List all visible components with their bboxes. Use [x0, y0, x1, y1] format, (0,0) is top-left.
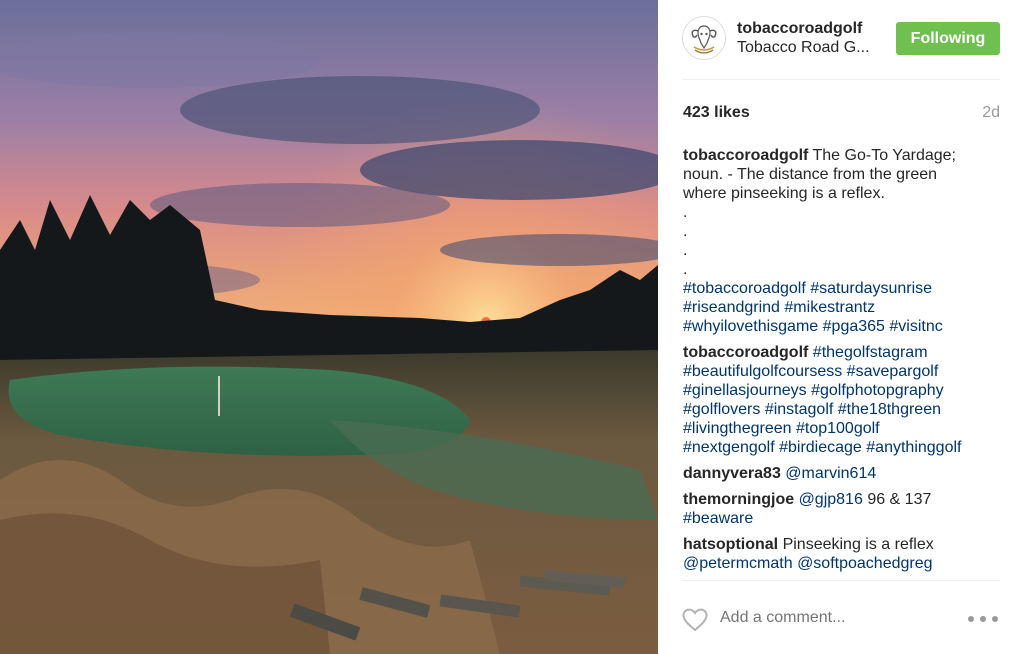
- username[interactable]: tobaccoroadgolf: [737, 20, 862, 38]
- comment: themorningjoe @gjp816 96 & 137 #beaware: [683, 490, 988, 528]
- dot: [992, 616, 998, 622]
- comment: tobaccoroadgolf #thegolfstagram #beautif…: [683, 343, 988, 457]
- comment-list: tobaccoroadgolf The Go-To Yardage; noun.…: [683, 146, 988, 580]
- hashtag-link[interactable]: #tobaccoroadgolf: [683, 280, 806, 297]
- comment-username[interactable]: hatsoptional: [683, 536, 778, 553]
- hashtag-link[interactable]: #instagolf: [765, 401, 834, 418]
- add-comment-input[interactable]: [720, 609, 960, 627]
- likes-count[interactable]: 423 likes: [683, 104, 750, 122]
- hashtag-link[interactable]: #anythinggolf: [866, 439, 961, 456]
- hashtag-link[interactable]: #golflovers: [683, 401, 760, 418]
- location-link[interactable]: Tobacco Road G...: [737, 39, 870, 57]
- caption-text-line: where pinseeking is a reflex.: [683, 185, 885, 202]
- comment-username[interactable]: tobaccoroadgolf: [683, 344, 808, 361]
- comment-text: 96 & 137: [867, 491, 932, 508]
- hashtag-link[interactable]: #birdiecage: [779, 439, 862, 456]
- hashtag-link[interactable]: #whyilovethisgame: [683, 318, 818, 335]
- mention-link[interactable]: @marvin614: [785, 465, 876, 482]
- post-photo[interactable]: [0, 0, 658, 654]
- caption-dot: .: [683, 242, 688, 259]
- hashtag-link[interactable]: #visitnc: [889, 318, 942, 335]
- caption-dot: .: [683, 204, 688, 221]
- caption-username[interactable]: tobaccoroadgolf: [683, 147, 808, 164]
- hashtag-link[interactable]: #livingthegreen: [683, 420, 792, 437]
- dot: [968, 616, 974, 622]
- mention-link[interactable]: @gjp816: [799, 491, 863, 508]
- caption-text: The Go-To Yardage;: [812, 147, 957, 164]
- hashtag-link[interactable]: #nextgengolf: [683, 439, 775, 456]
- caption-dot: .: [683, 223, 688, 240]
- hashtag-link[interactable]: #the18thgreen: [838, 401, 941, 418]
- hashtag-link[interactable]: #golfphotopgraphy: [811, 382, 944, 399]
- avatar[interactable]: [682, 16, 726, 60]
- hashtag-link[interactable]: #beautifulgolfcoursess: [683, 363, 842, 380]
- caption-dot: .: [683, 261, 688, 278]
- hashtag-link[interactable]: #beaware: [683, 510, 753, 527]
- comment-username[interactable]: themorningjoe: [683, 491, 794, 508]
- more-options-icon[interactable]: [968, 609, 998, 629]
- caption: tobaccoroadgolf The Go-To Yardage; noun.…: [683, 146, 988, 336]
- comment: dannyvera83 @marvin614: [683, 464, 988, 483]
- ram-skull-logo: [683, 17, 725, 59]
- comment-bar: [682, 580, 1000, 654]
- mention-link[interactable]: @petermcmath: [683, 555, 793, 572]
- hashtag-link[interactable]: #pga365: [823, 318, 885, 335]
- dot: [980, 616, 986, 622]
- post-age[interactable]: 2d: [982, 104, 1000, 122]
- hashtag-link[interactable]: #thegolfstagram: [813, 344, 928, 361]
- comment-text: Pinseeking is a reflex: [782, 536, 934, 553]
- hashtag-link[interactable]: #mikestrantz: [784, 299, 875, 316]
- hashtag-link[interactable]: #riseandgrind: [683, 299, 780, 316]
- following-button[interactable]: Following: [896, 22, 1000, 55]
- caption-text-line: noun. - The distance from the green: [683, 166, 938, 183]
- comment: hatsoptional Pinseeking is a reflex @pet…: [683, 535, 988, 573]
- post-details: tobaccoroadgolf Tobacco Road G... Follow…: [658, 0, 1010, 654]
- post-header: tobaccoroadgolf Tobacco Road G... Follow…: [682, 14, 1000, 80]
- golf-course-sunrise-photo: [0, 0, 658, 654]
- comment-username[interactable]: dannyvera83: [683, 465, 781, 482]
- hashtag-link[interactable]: #top100golf: [796, 420, 880, 437]
- hashtag-link[interactable]: #ginellasjourneys: [683, 382, 807, 399]
- hashtag-link[interactable]: #saturdaysunrise: [810, 280, 932, 297]
- hashtag-link[interactable]: #savepargolf: [847, 363, 939, 380]
- post-view: tobaccoroadgolf Tobacco Road G... Follow…: [0, 0, 1010, 654]
- mention-link[interactable]: @softpoachedgreg: [797, 555, 932, 572]
- heart-outline-icon[interactable]: [682, 608, 708, 632]
